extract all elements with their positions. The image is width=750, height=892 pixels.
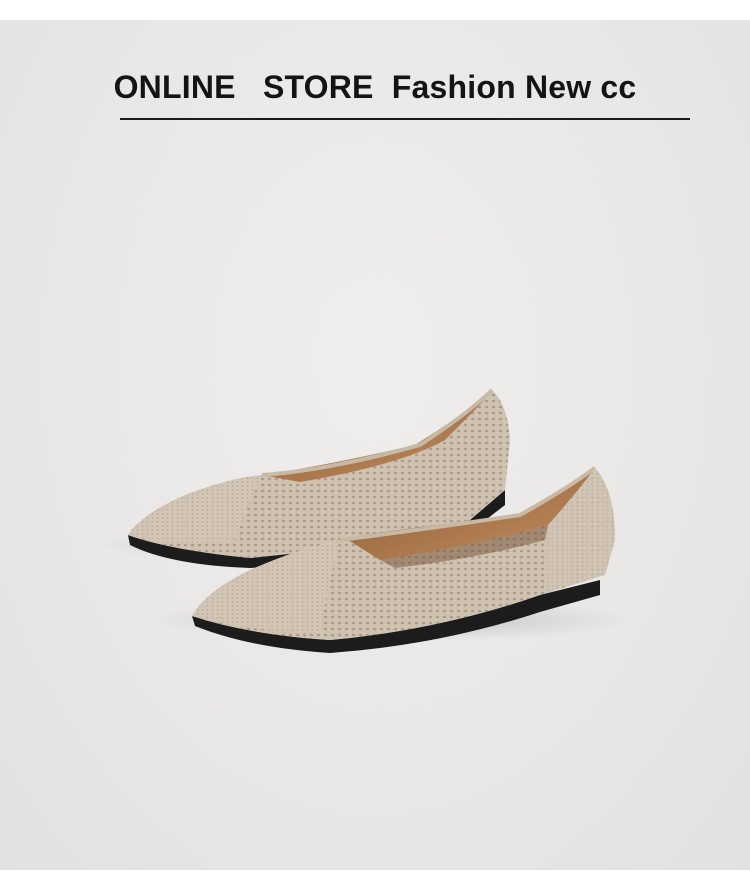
shoes-illustration <box>100 388 630 653</box>
product-photo: ONLINE STORE Fashion New cc <box>0 20 750 870</box>
